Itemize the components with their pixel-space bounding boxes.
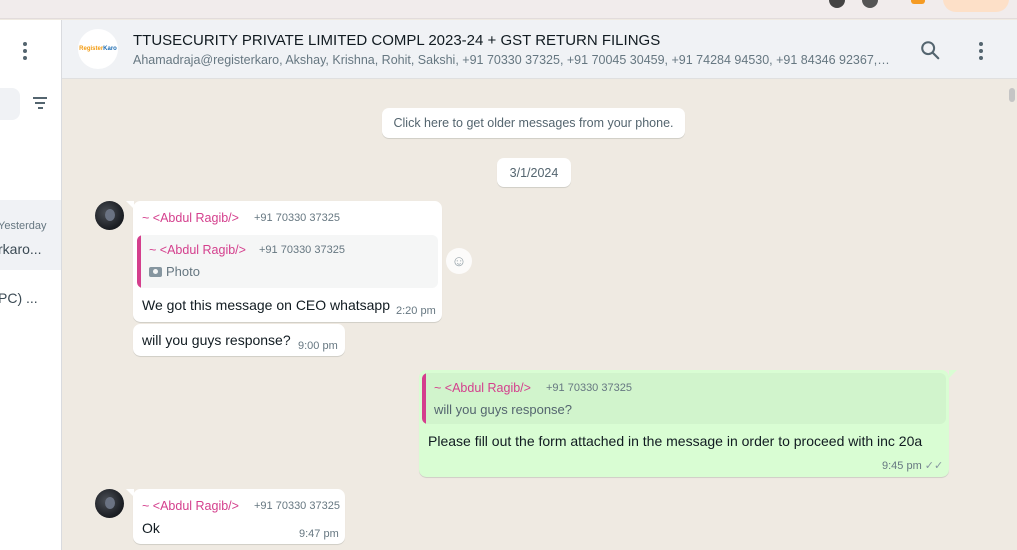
extension-icon[interactable]	[829, 0, 845, 8]
chat-list-panel: ‹ Yesterday rkaro... PC) ...	[0, 20, 62, 550]
quoted-photo-line: Photo	[149, 264, 200, 279]
bubble-tail	[949, 370, 957, 378]
group-avatar[interactable]: RegisterKaro	[78, 29, 118, 69]
quoted-phone: +91 70330 37325	[546, 382, 632, 394]
quoted-phone: +91 70330 37325	[259, 244, 345, 256]
date-divider: 3/1/2024	[497, 158, 571, 187]
quoted-text: will you guys response?	[434, 402, 573, 417]
search-back-button[interactable]: ‹	[0, 88, 20, 120]
read-ticks-icon: ✓✓	[924, 460, 944, 472]
quoted-message[interactable]: ~ <Abdul Ragib/> +91 70330 37325 will yo…	[422, 373, 946, 424]
message-bubble-outgoing[interactable]: ~ <Abdul Ragib/> +91 70330 37325 will yo…	[419, 370, 949, 477]
group-avatar-logo: RegisterKaro	[79, 46, 117, 52]
bookmark-star-icon[interactable]	[862, 0, 878, 8]
emoji-reaction-icon[interactable]: ☺	[446, 248, 472, 274]
quoted-message[interactable]: ~ <Abdul Ragib/> +91 70330 37325 Photo	[137, 235, 438, 288]
chat-list-item-preview: rkaro...	[0, 241, 42, 257]
chat-list-item-preview[interactable]: PC) ...	[0, 290, 38, 306]
chat-list-item-active[interactable]	[0, 200, 61, 270]
filter-icon[interactable]	[33, 97, 47, 112]
older-messages-button[interactable]: Click here to get older messages from yo…	[382, 108, 685, 138]
chat-list-item-time: Yesterday	[0, 220, 47, 232]
message-bubble[interactable]: ~ <Abdul Ragib/> +91 70330 37325 Ok 9:47…	[133, 489, 345, 544]
message-text: Ok	[142, 520, 160, 536]
quote-bar	[422, 373, 426, 424]
menu-kebab-icon[interactable]	[979, 42, 983, 63]
quoted-sender: ~ <Abdul Ragib/>	[434, 381, 531, 395]
message-sender[interactable]: ~ <Abdul Ragib/>	[142, 499, 239, 513]
message-sender[interactable]: ~ <Abdul Ragib/>	[142, 211, 239, 225]
quoted-text: Photo	[166, 264, 200, 279]
message-time: 9:45 pm	[882, 460, 922, 472]
message-text: will you guys response?	[142, 332, 291, 348]
avatar[interactable]	[95, 489, 124, 518]
profile-button[interactable]	[943, 0, 1009, 12]
chat-members[interactable]: Ahamadraja@registerkaro, Akshay, Krishna…	[133, 53, 893, 67]
message-bubble[interactable]: will you guys response? 9:00 pm	[133, 324, 345, 356]
browser-toolbar-strip	[0, 0, 1017, 19]
camera-icon	[149, 266, 162, 277]
chat-title[interactable]: TTUSECURITY PRIVATE LIMITED COMPL 2023-2…	[133, 32, 660, 49]
kebab-icon[interactable]	[23, 42, 27, 63]
extension-orange-icon[interactable]	[911, 0, 925, 4]
scrollbar[interactable]	[1009, 88, 1015, 102]
sender-phone: +91 70330 37325	[254, 212, 340, 224]
search-icon[interactable]	[919, 39, 941, 61]
message-text: We got this message on CEO whatsapp	[142, 297, 390, 313]
message-bubble[interactable]: ~ <Abdul Ragib/> +91 70330 37325 ~ <Abdu…	[133, 201, 442, 322]
message-area[interactable]: Click here to get older messages from yo…	[62, 80, 1017, 550]
chat-list-header	[0, 20, 61, 80]
message-time-row: 9:45 pm ✓✓	[882, 459, 943, 472]
message-text: Please fill out the form attached in the…	[428, 433, 923, 449]
sender-phone: +91 70330 37325	[254, 500, 340, 512]
chat-header[interactable]: RegisterKaro TTUSECURITY PRIVATE LIMITED…	[62, 20, 1017, 79]
message-time: 9:00 pm	[298, 340, 338, 352]
avatar[interactable]	[95, 201, 124, 230]
message-time: 2:20 pm	[396, 305, 436, 317]
quote-bar	[137, 235, 141, 288]
quoted-sender: ~ <Abdul Ragib/>	[149, 243, 246, 257]
message-time: 9:47 pm	[299, 528, 339, 540]
